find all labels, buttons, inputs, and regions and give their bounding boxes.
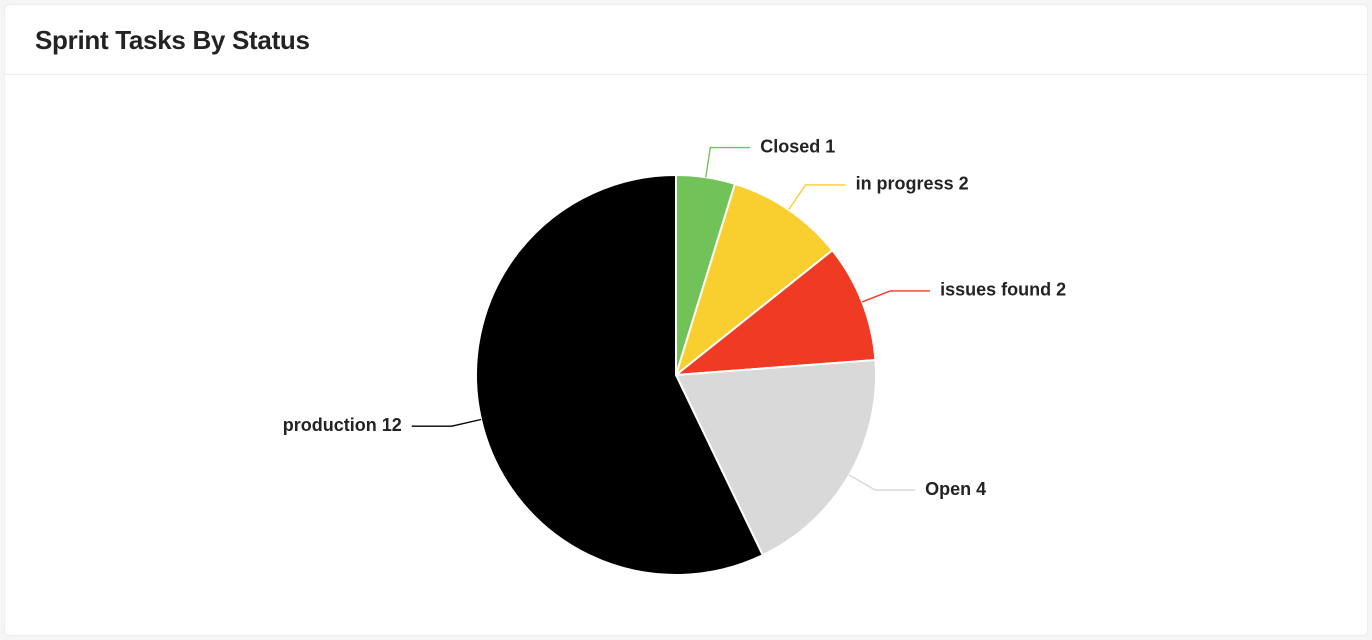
pie-label-open: Open 4 xyxy=(925,479,986,499)
pie-label-in-progress: in progress 2 xyxy=(856,174,969,194)
pie-leader xyxy=(789,185,846,210)
pie-chart: Closed 1 in progress 2 issues found 2 Open … xyxy=(5,75,1367,635)
sprint-status-card: Sprint Tasks By Status Closed 1 in progre… xyxy=(4,4,1368,636)
pie-label-issues-found: issues found 2 xyxy=(940,280,1066,300)
pie-leader xyxy=(412,420,481,427)
card-title: Sprint Tasks By Status xyxy=(35,25,1337,56)
pie-leader xyxy=(706,148,750,178)
pie-leader xyxy=(862,291,930,302)
card-header: Sprint Tasks By Status xyxy=(5,5,1367,75)
pie-label-closed: Closed 1 xyxy=(760,136,835,156)
pie-leader xyxy=(849,475,915,490)
pie-label-production: production 12 xyxy=(283,415,402,435)
chart-area: Closed 1 in progress 2 issues found 2 Open … xyxy=(5,75,1367,635)
